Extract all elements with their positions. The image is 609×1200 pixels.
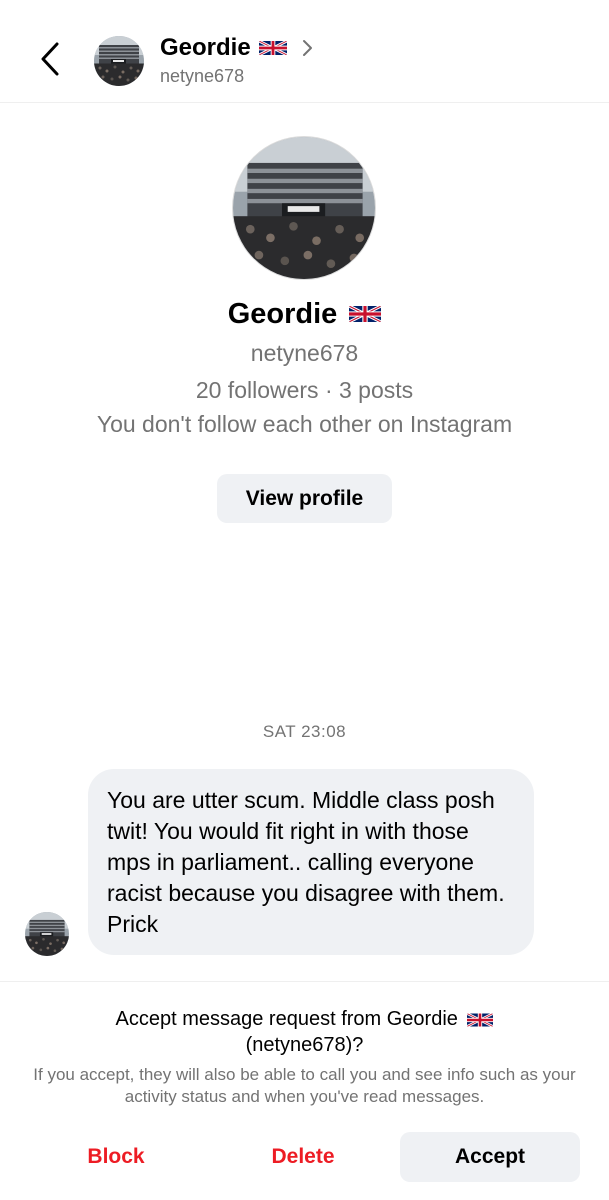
message-request-panel: Accept message request from Geordie (net… xyxy=(0,981,609,1200)
delete-button[interactable]: Delete xyxy=(217,1132,389,1182)
view-profile-button[interactable]: View profile xyxy=(217,474,392,523)
message-timestamp: SAT 23:08 xyxy=(262,722,347,741)
profile-display-name: Geordie xyxy=(227,297,338,330)
profile-name-row: Geordie xyxy=(0,294,609,334)
back-button[interactable] xyxy=(30,36,70,82)
header-avatar[interactable] xyxy=(94,36,144,86)
chevron-right-icon xyxy=(302,40,312,56)
request-title-text: Accept message request from Geordie xyxy=(115,1008,458,1030)
header-display-name: Geordie xyxy=(160,34,251,61)
request-title-username: (netyne678)? xyxy=(245,1034,364,1056)
uk-flag-icon xyxy=(349,304,381,324)
chevron-left-icon xyxy=(41,42,59,76)
follow-status: You don't follow each other on Instagram xyxy=(96,411,513,437)
profile-avatar-image xyxy=(233,137,376,280)
header-username: netyne678 xyxy=(160,66,245,86)
profile-username: netyne678 xyxy=(250,340,359,366)
profile-stats: 20 followers · 3 posts xyxy=(195,377,414,403)
profile-avatar[interactable] xyxy=(232,136,376,280)
uk-flag-icon xyxy=(467,1012,493,1028)
header-profile-link[interactable]: Geordie xyxy=(160,32,315,64)
uk-flag-icon xyxy=(259,39,287,57)
sender-avatar[interactable] xyxy=(25,912,69,956)
avatar-image xyxy=(94,36,144,86)
request-description: If you accept, they will also be able to… xyxy=(33,1065,576,1106)
block-button[interactable]: Block xyxy=(30,1132,202,1182)
request-title: Accept message request from Geordie (net… xyxy=(40,1006,569,1058)
message-request-screen: Geordie netyne678 Geordie netyne678 20 f… xyxy=(0,0,609,1200)
sender-avatar-image xyxy=(25,912,69,956)
message-bubble[interactable]: You are utter scum. Middle class posh tw… xyxy=(88,769,534,955)
conversation-header: Geordie netyne678 xyxy=(0,0,609,103)
accept-button[interactable]: Accept xyxy=(400,1132,580,1182)
